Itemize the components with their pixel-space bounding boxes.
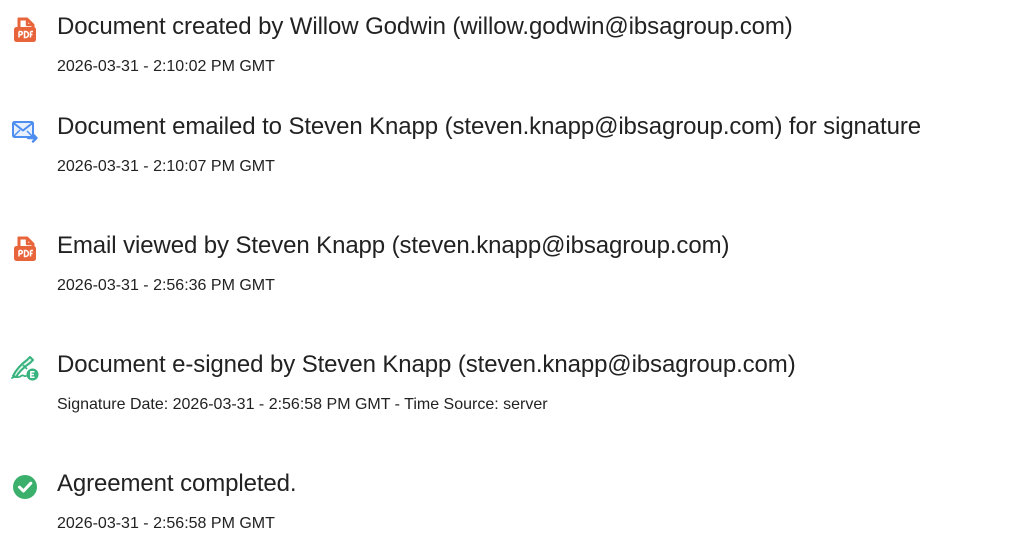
event-timestamp: 2026-03-31 - 2:10:07 PM GMT bbox=[57, 158, 275, 175]
e-sign-pen-icon bbox=[10, 353, 40, 383]
event-email-viewed: Email viewed by Steven Knapp (steven.kna… bbox=[0, 226, 1028, 306]
event-title: Agreement completed. bbox=[57, 470, 297, 497]
document-icon bbox=[10, 15, 40, 45]
event-title: Document e-signed by Steven Knapp (steve… bbox=[57, 351, 796, 378]
event-agreement-completed: Agreement completed. 2026-03-31 - 2:56:5… bbox=[0, 464, 1028, 544]
event-timestamp: Signature Date: 2026-03-31 - 2:56:58 PM … bbox=[57, 396, 548, 413]
email-sent-icon bbox=[10, 115, 40, 145]
document-icon bbox=[10, 234, 40, 264]
event-document-created: Document created by Willow Godwin (willo… bbox=[0, 7, 1028, 87]
event-title: Email viewed by Steven Knapp (steven.kna… bbox=[57, 232, 730, 259]
event-document-emailed: Document emailed to Steven Knapp (steven… bbox=[0, 107, 1028, 187]
check-circle-icon bbox=[10, 472, 40, 502]
event-title: Document emailed to Steven Knapp (steven… bbox=[57, 113, 922, 140]
event-timestamp: 2026-03-31 - 2:10:02 PM GMT bbox=[57, 58, 275, 75]
event-timestamp: 2026-03-31 - 2:56:36 PM GMT bbox=[57, 277, 275, 294]
event-timestamp: 2026-03-31 - 2:56:58 PM GMT bbox=[57, 515, 275, 532]
event-document-e-signed: Document e-signed by Steven Knapp (steve… bbox=[0, 345, 1028, 425]
event-title: Document created by Willow Godwin (willo… bbox=[57, 13, 793, 40]
